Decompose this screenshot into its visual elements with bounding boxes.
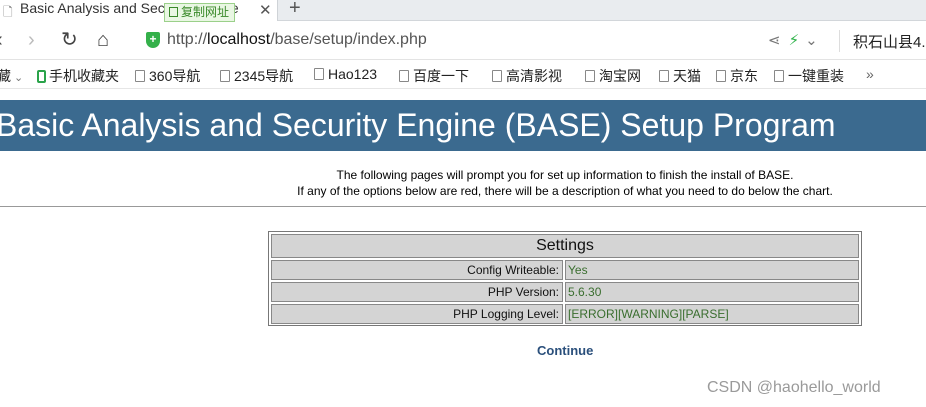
bookmark-hao123[interactable]: Hao123 bbox=[314, 66, 377, 82]
address-bar[interactable]: http://localhost/base/setup/index.php bbox=[167, 31, 427, 49]
weather-widget[interactable]: 积石山县4. bbox=[853, 31, 926, 52]
bookmark-label: 一键重装 bbox=[788, 68, 844, 84]
url-path: /base/setup/index.php bbox=[270, 31, 427, 48]
bookmarks-more-button[interactable]: » bbox=[866, 66, 874, 82]
copy-url-label: 复制网址 bbox=[181, 5, 230, 19]
navigation-bar: ‹ › ↻ ⌂ + http://localhost/base/setup/in… bbox=[0, 22, 926, 60]
config-writeable-label: Config Writeable: bbox=[271, 260, 563, 280]
page-icon bbox=[716, 70, 726, 82]
share-icon[interactable]: ⋖ bbox=[768, 32, 781, 49]
tab-strip: 🗋 Basic Analysis and Security Engine ✕ 复… bbox=[0, 0, 926, 22]
chevron-down-icon[interactable]: ⌄ bbox=[805, 32, 818, 49]
bookmark-baidu[interactable]: 百度一下 bbox=[399, 66, 469, 86]
bookmark-label: 手机收藏夹 bbox=[49, 68, 119, 84]
page-icon bbox=[585, 70, 595, 82]
page-icon bbox=[314, 68, 324, 80]
intro-line-1: The following pages will prompt you for … bbox=[336, 168, 794, 182]
reload-button[interactable]: ↻ bbox=[61, 30, 78, 50]
tab-base-setup[interactable]: 🗋 Basic Analysis and Security Engine ✕ bbox=[0, 0, 278, 21]
chevron-down-icon: ⌄ bbox=[14, 72, 24, 84]
page-icon bbox=[659, 70, 669, 82]
url-host: localhost bbox=[207, 31, 271, 48]
bookmark-label: 高清影视 bbox=[506, 68, 562, 84]
bookmarks-bar: 藏 ⌄ 手机收藏夹 360导航 2345导航 Hao123 百度一下 高清影视 淘… bbox=[0, 61, 926, 89]
bookmark-2345[interactable]: 2345导航 bbox=[220, 66, 293, 86]
page-banner: Basic Analysis and Security Engine (BASE… bbox=[0, 100, 926, 151]
lightning-icon[interactable]: ⚡ bbox=[789, 32, 800, 49]
intro-line-2: If any of the options below are red, the… bbox=[297, 184, 833, 198]
php-logging-level-label: PHP Logging Level: bbox=[271, 304, 563, 324]
bookmark-jd[interactable]: 京东 bbox=[716, 66, 758, 86]
bookmark-hd-video[interactable]: 高清影视 bbox=[492, 66, 562, 86]
bookmark-label: 百度一下 bbox=[413, 68, 469, 84]
page-icon bbox=[220, 70, 230, 82]
bookmark-label: 360导航 bbox=[149, 68, 201, 84]
php-logging-level-value: [ERROR][WARNING][PARSE] bbox=[565, 304, 859, 324]
address-tools: ⋖ ⚡ ⌄ bbox=[768, 31, 818, 49]
bookmark-reinstall[interactable]: 一键重装 bbox=[774, 66, 844, 86]
settings-table: Settings Config Writeable: Yes PHP Versi… bbox=[268, 231, 862, 326]
bookmark-mobile-favorites[interactable]: 手机收藏夹 bbox=[37, 66, 119, 86]
bookmark-taobao[interactable]: 淘宝网 bbox=[585, 66, 641, 86]
bookmark-label: 2345导航 bbox=[234, 68, 294, 84]
bookmark-360[interactable]: 360导航 bbox=[135, 66, 200, 86]
document-icon: 🗋 bbox=[3, 5, 13, 19]
secure-shield-icon[interactable]: + bbox=[146, 32, 160, 48]
page-title: Basic Analysis and Security Engine (BASE… bbox=[0, 107, 836, 143]
page-icon bbox=[492, 70, 502, 82]
horizontal-divider bbox=[0, 206, 926, 207]
bookmark-favorites[interactable]: 藏 ⌄ bbox=[0, 66, 23, 86]
copy-url-button[interactable]: 复制网址 bbox=[164, 3, 236, 22]
close-tab-icon[interactable]: ✕ bbox=[259, 1, 272, 19]
php-version-label: PHP Version: bbox=[271, 282, 563, 302]
page-icon bbox=[135, 70, 145, 82]
forward-button[interactable]: › bbox=[28, 30, 35, 50]
new-tab-button[interactable]: + bbox=[289, 0, 301, 20]
csdn-watermark: CSDN @haohello_world bbox=[707, 379, 881, 396]
php-version-value: 5.6.30 bbox=[565, 282, 859, 302]
url-scheme: http:// bbox=[167, 31, 208, 48]
copy-icon bbox=[169, 7, 178, 17]
settings-title: Settings bbox=[271, 234, 859, 258]
back-button[interactable]: ‹ bbox=[0, 30, 3, 50]
bookmark-label: 京东 bbox=[730, 68, 758, 84]
home-button[interactable]: ⌂ bbox=[97, 30, 109, 50]
phone-icon bbox=[37, 70, 46, 83]
intro-text: The following pages will prompt you for … bbox=[0, 167, 926, 199]
bookmark-label: 淘宝网 bbox=[599, 68, 641, 84]
config-writeable-value: Yes bbox=[565, 260, 859, 280]
bookmark-tmall[interactable]: 天猫 bbox=[659, 66, 701, 86]
page-icon bbox=[399, 70, 409, 82]
page-icon bbox=[774, 70, 784, 82]
toolbar-divider bbox=[839, 30, 840, 52]
bookmark-label: 藏 bbox=[0, 68, 11, 84]
bookmark-label: Hao123 bbox=[328, 66, 378, 82]
bookmark-label: 天猫 bbox=[673, 68, 701, 84]
continue-link[interactable]: Continue bbox=[537, 343, 593, 358]
